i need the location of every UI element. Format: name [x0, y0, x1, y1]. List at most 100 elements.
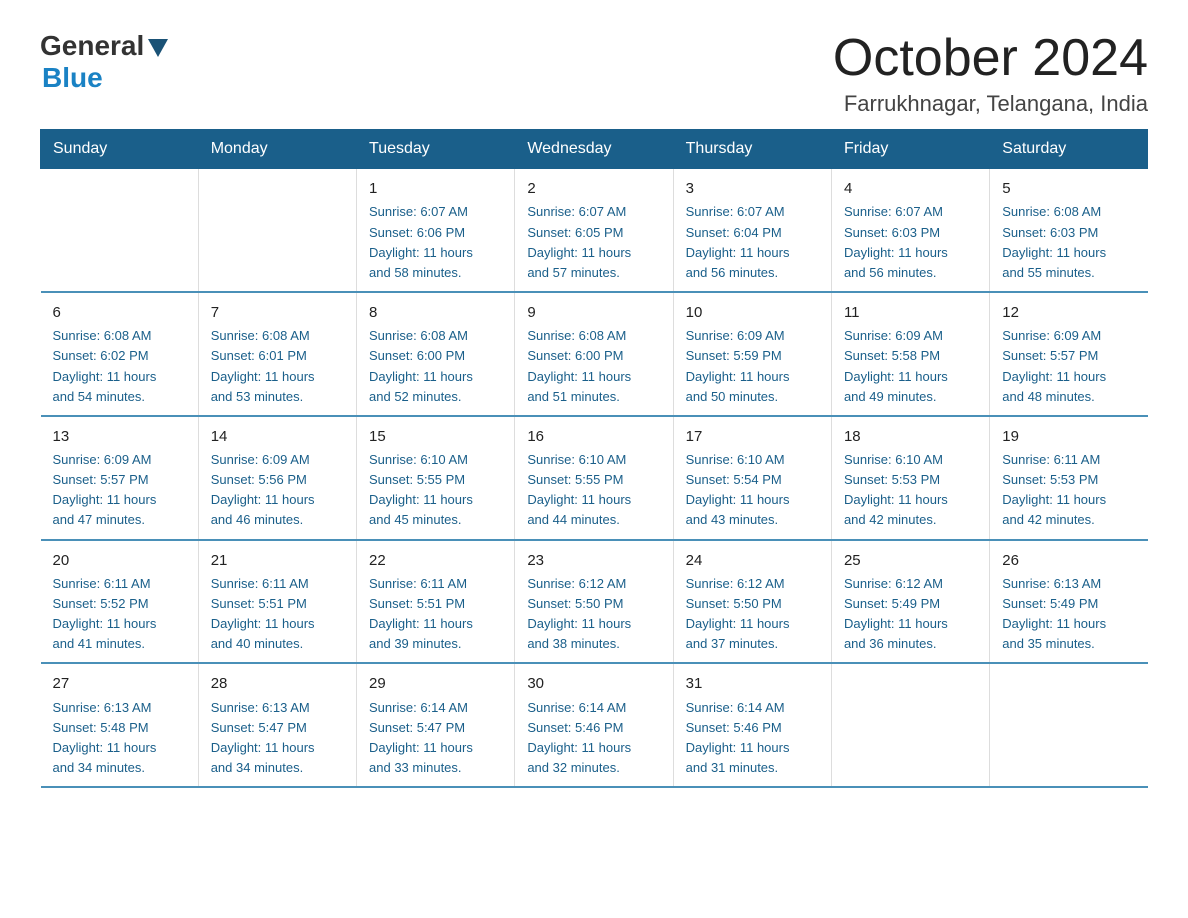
day-number: 15 — [369, 425, 502, 448]
day-info: Sunrise: 6:10 AM Sunset: 5:55 PM Dayligh… — [527, 450, 660, 531]
day-number: 20 — [53, 549, 186, 572]
day-number: 19 — [1002, 425, 1135, 448]
day-info: Sunrise: 6:09 AM Sunset: 5:57 PM Dayligh… — [53, 450, 186, 531]
calendar-cell: 15Sunrise: 6:10 AM Sunset: 5:55 PM Dayli… — [357, 416, 515, 540]
calendar-cell: 24Sunrise: 6:12 AM Sunset: 5:50 PM Dayli… — [673, 540, 831, 664]
calendar-cell: 2Sunrise: 6:07 AM Sunset: 6:05 PM Daylig… — [515, 169, 673, 292]
day-number: 27 — [53, 672, 186, 695]
day-number: 1 — [369, 177, 502, 200]
calendar-cell: 17Sunrise: 6:10 AM Sunset: 5:54 PM Dayli… — [673, 416, 831, 540]
calendar-cell: 22Sunrise: 6:11 AM Sunset: 5:51 PM Dayli… — [357, 540, 515, 664]
day-info: Sunrise: 6:14 AM Sunset: 5:46 PM Dayligh… — [686, 698, 819, 779]
day-number: 12 — [1002, 301, 1135, 324]
day-number: 2 — [527, 177, 660, 200]
day-number: 13 — [53, 425, 186, 448]
header-row: Sunday Monday Tuesday Wednesday Thursday… — [41, 130, 1148, 169]
calendar-cell: 20Sunrise: 6:11 AM Sunset: 5:52 PM Dayli… — [41, 540, 199, 664]
logo: General Blue — [40, 30, 168, 94]
calendar-cell — [41, 169, 199, 292]
day-info: Sunrise: 6:11 AM Sunset: 5:52 PM Dayligh… — [53, 574, 186, 655]
day-info: Sunrise: 6:10 AM Sunset: 5:54 PM Dayligh… — [686, 450, 819, 531]
day-number: 5 — [1002, 177, 1135, 200]
calendar-cell: 3Sunrise: 6:07 AM Sunset: 6:04 PM Daylig… — [673, 169, 831, 292]
day-info: Sunrise: 6:10 AM Sunset: 5:53 PM Dayligh… — [844, 450, 977, 531]
day-number: 9 — [527, 301, 660, 324]
day-number: 10 — [686, 301, 819, 324]
day-info: Sunrise: 6:09 AM Sunset: 5:57 PM Dayligh… — [1002, 326, 1135, 407]
calendar-week-row: 1Sunrise: 6:07 AM Sunset: 6:06 PM Daylig… — [41, 169, 1148, 292]
day-info: Sunrise: 6:07 AM Sunset: 6:05 PM Dayligh… — [527, 202, 660, 283]
calendar-cell: 6Sunrise: 6:08 AM Sunset: 6:02 PM Daylig… — [41, 292, 199, 416]
day-info: Sunrise: 6:09 AM Sunset: 5:56 PM Dayligh… — [211, 450, 344, 531]
day-info: Sunrise: 6:09 AM Sunset: 5:59 PM Dayligh… — [686, 326, 819, 407]
day-info: Sunrise: 6:13 AM Sunset: 5:48 PM Dayligh… — [53, 698, 186, 779]
day-info: Sunrise: 6:12 AM Sunset: 5:50 PM Dayligh… — [527, 574, 660, 655]
day-info: Sunrise: 6:08 AM Sunset: 6:01 PM Dayligh… — [211, 326, 344, 407]
calendar-cell: 8Sunrise: 6:08 AM Sunset: 6:00 PM Daylig… — [357, 292, 515, 416]
title-block: October 2024 Farrukhnagar, Telangana, In… — [833, 30, 1148, 117]
calendar-cell: 27 Sunrise: 6:13 AM Sunset: 5:48 PM Dayli… — [41, 663, 199, 787]
day-number: 29 — [369, 672, 502, 695]
day-number: 14 — [211, 425, 344, 448]
col-thursday: Thursday — [673, 130, 831, 169]
day-info: Sunrise: 6:07 AM Sunset: 6:06 PM Dayligh… — [369, 202, 502, 283]
day-number: 23 — [527, 549, 660, 572]
calendar-cell — [831, 663, 989, 787]
col-sunday: Sunday — [41, 130, 199, 169]
day-info: Sunrise: 6:08 AM Sunset: 6:02 PM Dayligh… — [53, 326, 186, 407]
calendar-cell: 30Sunrise: 6:14 AM Sunset: 5:46 PM Dayli… — [515, 663, 673, 787]
day-info: Sunrise: 6:11 AM Sunset: 5:53 PM Dayligh… — [1002, 450, 1135, 531]
day-number: 22 — [369, 549, 502, 572]
day-number: 8 — [369, 301, 502, 324]
calendar-cell: 18Sunrise: 6:10 AM Sunset: 5:53 PM Dayli… — [831, 416, 989, 540]
day-number: 24 — [686, 549, 819, 572]
calendar-subtitle: Farrukhnagar, Telangana, India — [833, 91, 1148, 117]
calendar-cell: 21Sunrise: 6:11 AM Sunset: 5:51 PM Dayli… — [198, 540, 356, 664]
calendar-cell: 5Sunrise: 6:08 AM Sunset: 6:03 PM Daylig… — [990, 169, 1148, 292]
day-info: Sunrise: 6:07 AM Sunset: 6:04 PM Dayligh… — [686, 202, 819, 283]
day-info: Sunrise: 6:14 AM Sunset: 5:47 PM Dayligh… — [369, 698, 502, 779]
day-number: 11 — [844, 301, 977, 324]
calendar-header: Sunday Monday Tuesday Wednesday Thursday… — [41, 130, 1148, 169]
calendar-cell: 14Sunrise: 6:09 AM Sunset: 5:56 PM Dayli… — [198, 416, 356, 540]
day-number: 28 — [211, 672, 344, 695]
col-friday: Friday — [831, 130, 989, 169]
col-monday: Monday — [198, 130, 356, 169]
day-info: Sunrise: 6:08 AM Sunset: 6:00 PM Dayligh… — [527, 326, 660, 407]
col-saturday: Saturday — [990, 130, 1148, 169]
calendar-table: Sunday Monday Tuesday Wednesday Thursday… — [40, 129, 1148, 788]
calendar-cell: 12Sunrise: 6:09 AM Sunset: 5:57 PM Dayli… — [990, 292, 1148, 416]
calendar-cell: 19Sunrise: 6:11 AM Sunset: 5:53 PM Dayli… — [990, 416, 1148, 540]
calendar-cell: 9Sunrise: 6:08 AM Sunset: 6:00 PM Daylig… — [515, 292, 673, 416]
calendar-cell: 16Sunrise: 6:10 AM Sunset: 5:55 PM Dayli… — [515, 416, 673, 540]
calendar-cell — [990, 663, 1148, 787]
calendar-body: 1Sunrise: 6:07 AM Sunset: 6:06 PM Daylig… — [41, 169, 1148, 788]
col-tuesday: Tuesday — [357, 130, 515, 169]
logo-blue-text: Blue — [42, 62, 103, 94]
day-info: Sunrise: 6:10 AM Sunset: 5:55 PM Dayligh… — [369, 450, 502, 531]
day-info: Sunrise: 6:14 AM Sunset: 5:46 PM Dayligh… — [527, 698, 660, 779]
calendar-cell: 25Sunrise: 6:12 AM Sunset: 5:49 PM Dayli… — [831, 540, 989, 664]
calendar-cell: 31Sunrise: 6:14 AM Sunset: 5:46 PM Dayli… — [673, 663, 831, 787]
day-info: Sunrise: 6:13 AM Sunset: 5:47 PM Dayligh… — [211, 698, 344, 779]
page-header: General Blue October 2024 Farrukhnagar, … — [40, 30, 1148, 117]
day-number: 4 — [844, 177, 977, 200]
day-number: 3 — [686, 177, 819, 200]
day-number: 17 — [686, 425, 819, 448]
logo-general-text: General — [40, 30, 144, 62]
day-number: 16 — [527, 425, 660, 448]
day-number: 26 — [1002, 549, 1135, 572]
day-info: Sunrise: 6:12 AM Sunset: 5:50 PM Dayligh… — [686, 574, 819, 655]
calendar-cell: 11Sunrise: 6:09 AM Sunset: 5:58 PM Dayli… — [831, 292, 989, 416]
calendar-cell — [198, 169, 356, 292]
calendar-week-row: 6Sunrise: 6:08 AM Sunset: 6:02 PM Daylig… — [41, 292, 1148, 416]
calendar-week-row: 27 Sunrise: 6:13 AM Sunset: 5:48 PM Dayli… — [41, 663, 1148, 787]
day-info: Sunrise: 6:11 AM Sunset: 5:51 PM Dayligh… — [369, 574, 502, 655]
calendar-cell: 29 Sunrise: 6:14 AM Sunset: 5:47 PM Dayli… — [357, 663, 515, 787]
day-number: 6 — [53, 301, 186, 324]
calendar-cell: 1Sunrise: 6:07 AM Sunset: 6:06 PM Daylig… — [357, 169, 515, 292]
day-info: Sunrise: 6:13 AM Sunset: 5:49 PM Dayligh… — [1002, 574, 1135, 655]
calendar-cell: 10Sunrise: 6:09 AM Sunset: 5:59 PM Dayli… — [673, 292, 831, 416]
col-wednesday: Wednesday — [515, 130, 673, 169]
calendar-cell: 26Sunrise: 6:13 AM Sunset: 5:49 PM Dayli… — [990, 540, 1148, 664]
